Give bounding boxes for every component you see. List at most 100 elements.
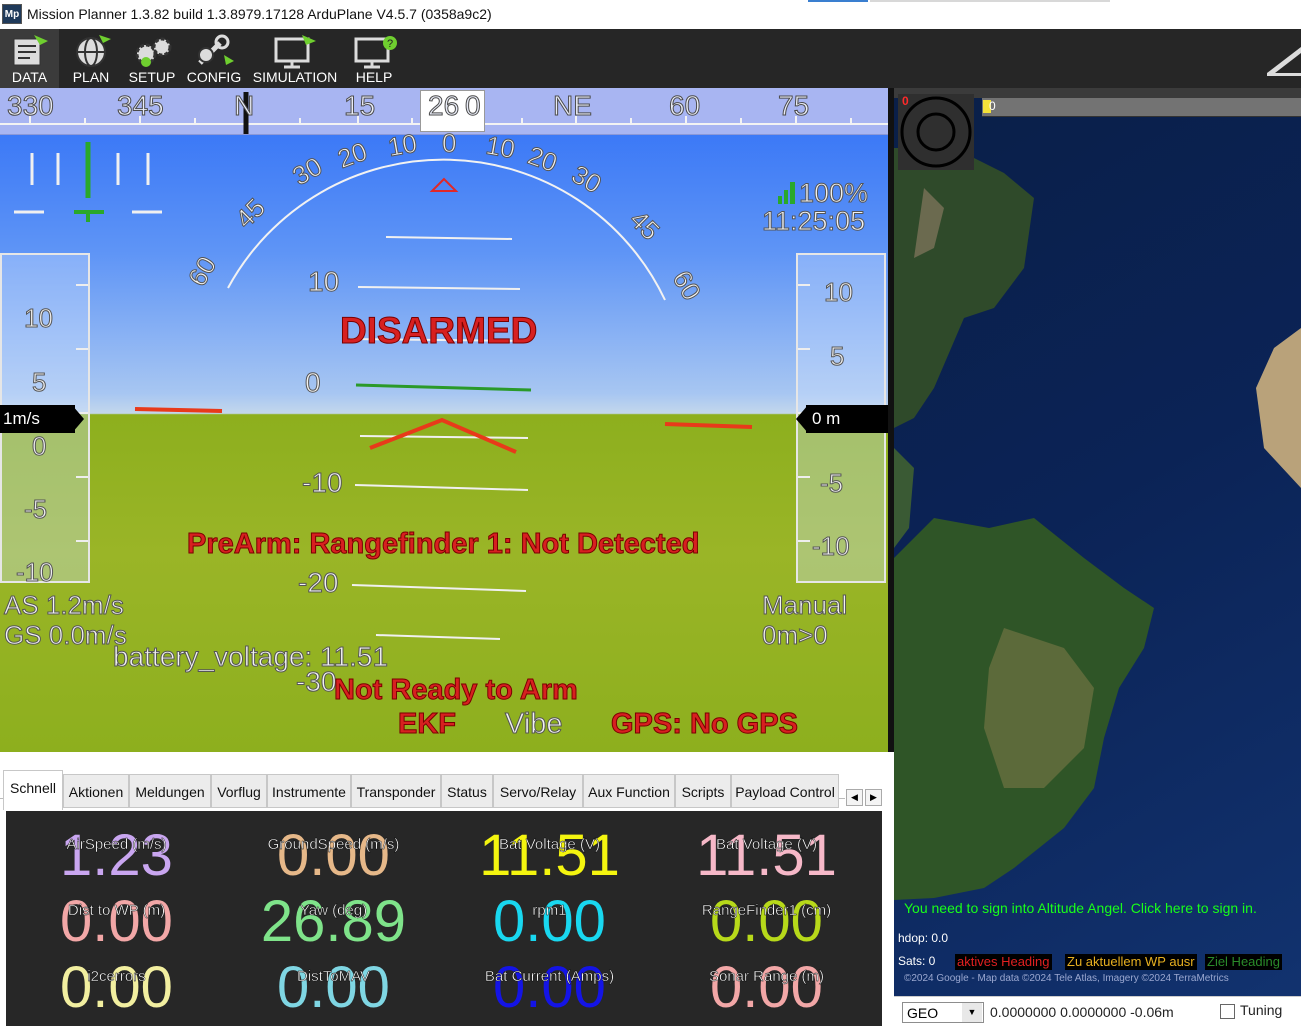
quick-item-dist-to-mav[interactable]: DistToMAV 0.00 — [226, 953, 441, 1021]
main-menu: DATA PLAN SETUP CONFIG SIMULATION ? HELP — [0, 29, 1301, 88]
altitude-tick: 10 — [824, 277, 854, 308]
quick-item-label: Bat Current (Amps) — [484, 968, 615, 985]
tuning-label: Tuning — [1240, 1002, 1283, 1018]
menu-setup-label: SETUP — [128, 69, 176, 85]
roll-label: 10 — [385, 127, 420, 163]
pitch-label: -10 — [301, 467, 343, 499]
quick-panel: AirSpeed (m/s) 1.23 GroundSpeed (m/s) 0.… — [6, 811, 882, 1026]
monitor-help-icon: ? — [354, 36, 397, 69]
quick-item-label: AirSpeed (m/s) — [66, 836, 167, 853]
wp-distance: 0m>0 — [762, 620, 829, 651]
title-accent-line — [808, 0, 868, 2]
quick-item-bat-current[interactable]: Bat Current (Amps) 0.00 — [442, 953, 657, 1021]
tab-transponder[interactable]: Transponder — [351, 774, 441, 808]
altitude-tick: 5 — [829, 341, 845, 372]
chevron-down-icon[interactable]: ▼ — [962, 1003, 982, 1022]
speed-tick: 0 — [31, 431, 47, 462]
sats-text: Sats: 0 — [898, 954, 936, 968]
legend-active-heading: aktives Heading — [955, 954, 1052, 970]
svg-text:?: ? — [387, 38, 393, 50]
battery-percent: 100% — [798, 178, 869, 209]
app-logo-icon: Mp — [2, 4, 22, 24]
menu-help-label: HELP — [355, 69, 393, 85]
ekf-indicator[interactable]: EKF — [398, 708, 457, 741]
quick-item-bat-voltage-2[interactable]: Bat Voltage (V) 11.51 — [659, 821, 874, 889]
tab-scroll-right-button[interactable]: ▶ — [865, 789, 882, 806]
gps-indicator: GPS: No GPS — [611, 708, 799, 741]
setup-gears-icon — [135, 37, 172, 67]
quick-item-dist-to-wp[interactable]: Dist to WP (m) 0.00 — [9, 887, 224, 955]
map-status-bar: GEO ▼ 0.0000000 0.0000000 -0.06m Tuning — [894, 996, 1301, 1026]
pitch-label: 0 — [305, 367, 322, 399]
globe-icon — [76, 35, 111, 67]
quick-item-groundspeed[interactable]: GroundSpeed (m/s) 0.00 — [226, 821, 441, 889]
armed-status: DISARMED — [339, 310, 538, 352]
mission-planner-brand-icon — [1267, 47, 1301, 76]
menu-setup-button[interactable]: SETUP — [122, 29, 182, 88]
vibe-indicator[interactable]: Vibe — [505, 708, 564, 741]
tab-vorflug[interactable]: Vorflug — [211, 774, 267, 808]
map-view[interactable]: 0 0 You need to sign into Altitude Angel… — [894, 88, 1301, 1026]
quick-item-label: Yaw (deg) — [299, 902, 368, 919]
quick-item-airspeed[interactable]: AirSpeed (m/s) 1.23 — [9, 821, 224, 889]
tab-scripts[interactable]: Scripts — [675, 774, 731, 808]
airspeed-text: AS 1.2m/s — [4, 590, 125, 621]
altitude-tick: -10 — [812, 531, 851, 562]
speed-tick: -10 — [16, 557, 55, 588]
tab-servo-relay[interactable]: Servo/Relay — [493, 774, 583, 808]
menu-help-button[interactable]: ? HELP — [346, 29, 402, 88]
prearm-message: PreArm: Rangefinder 1: Not Detected — [186, 528, 700, 561]
map-scale-bar[interactable] — [982, 98, 1301, 117]
map-zoom-dial[interactable] — [898, 94, 974, 170]
hud-time: 11:25:05 — [761, 206, 866, 237]
altitude-angel-signin-link[interactable]: You need to sign into Altitude Angel. Cl… — [904, 900, 1257, 916]
tab-schnell[interactable]: Schnell — [3, 770, 63, 810]
coordinates-text: 0.0000000 0.0000000 -0.06m — [990, 1004, 1174, 1020]
quick-item-label: Bat Voltage (V) — [499, 836, 600, 853]
quick-item-bat-voltage[interactable]: Bat Voltage (V) 11.51 — [442, 821, 657, 889]
tab-status[interactable]: Status — [441, 774, 493, 808]
quick-item-label: Bat Voltage (V) — [716, 836, 817, 853]
flight-mode[interactable]: Manual — [761, 590, 847, 621]
data-icon — [13, 35, 48, 66]
quick-item-label: i2cerrors — [87, 968, 146, 985]
title-bar: Mp Mission Planner 1.3.82 build 1.3.8979… — [0, 0, 1301, 29]
menu-config-button[interactable]: CONFIG — [186, 29, 242, 88]
altitude-readout: 0 m — [806, 405, 888, 433]
pitch-label: -20 — [297, 567, 339, 599]
tab-meldungen[interactable]: Meldungen — [129, 774, 211, 808]
tab-instrumente[interactable]: Instrumente — [267, 774, 351, 808]
quick-item-rangefinder1[interactable]: RangeFinder1 (cm) 0.00 — [659, 887, 874, 955]
tab-aktionen[interactable]: Aktionen — [63, 774, 129, 808]
roll-label: 10 — [483, 129, 518, 165]
menu-simulation-button[interactable]: SIMULATION — [250, 29, 340, 88]
pitch-label: 10 — [307, 266, 340, 298]
map-landmass — [894, 148, 1301, 900]
menu-config-label: CONFIG — [186, 69, 242, 85]
hdop-text: hdop: 0.0 — [898, 931, 949, 945]
monitor-plane-icon — [274, 35, 316, 69]
menu-data-button[interactable]: DATA — [0, 29, 59, 88]
quick-item-label: GroundSpeed (m/s) — [267, 836, 400, 853]
battery-voltage-text: battery_voltage: 11.51 — [112, 641, 389, 673]
quick-item-i2cerrors[interactable]: i2cerrors 0.00 — [9, 953, 224, 1021]
speed-tick: 10 — [24, 303, 54, 334]
speed-tick: 5 — [31, 367, 47, 398]
legend-to-current-wp: Zu aktuellem WP ausr — [1065, 954, 1197, 970]
tuning-checkbox[interactable] — [1220, 1004, 1235, 1019]
quick-item-label: RangeFinder1 (cm) — [701, 902, 832, 919]
wrench-icon — [198, 34, 234, 65]
tab-scroll-left-button[interactable]: ◀ — [846, 789, 863, 806]
quick-item-label: rpm1 — [532, 902, 567, 919]
tab-payload-control[interactable]: Payload Control — [731, 774, 839, 808]
quick-item-sonar-range[interactable]: Sonar Range (m) 0.00 — [659, 953, 874, 1021]
quick-item-yaw[interactable]: Yaw (deg) 26.89 — [226, 887, 441, 955]
speed-tick: -5 — [23, 494, 48, 525]
hud[interactable]: 330 345 N 15 26 0 NE 60 75 60 45 30 20 1… — [0, 88, 888, 752]
not-ready-message: Not Ready to Arm — [334, 674, 579, 707]
tab-aux-function[interactable]: Aux Function — [583, 774, 675, 808]
menu-data-label: DATA — [11, 69, 48, 85]
menu-simulation-label: SIMULATION — [252, 69, 338, 85]
quick-item-rpm1[interactable]: rpm1 0.00 — [442, 887, 657, 955]
menu-plan-button[interactable]: PLAN — [62, 29, 120, 88]
